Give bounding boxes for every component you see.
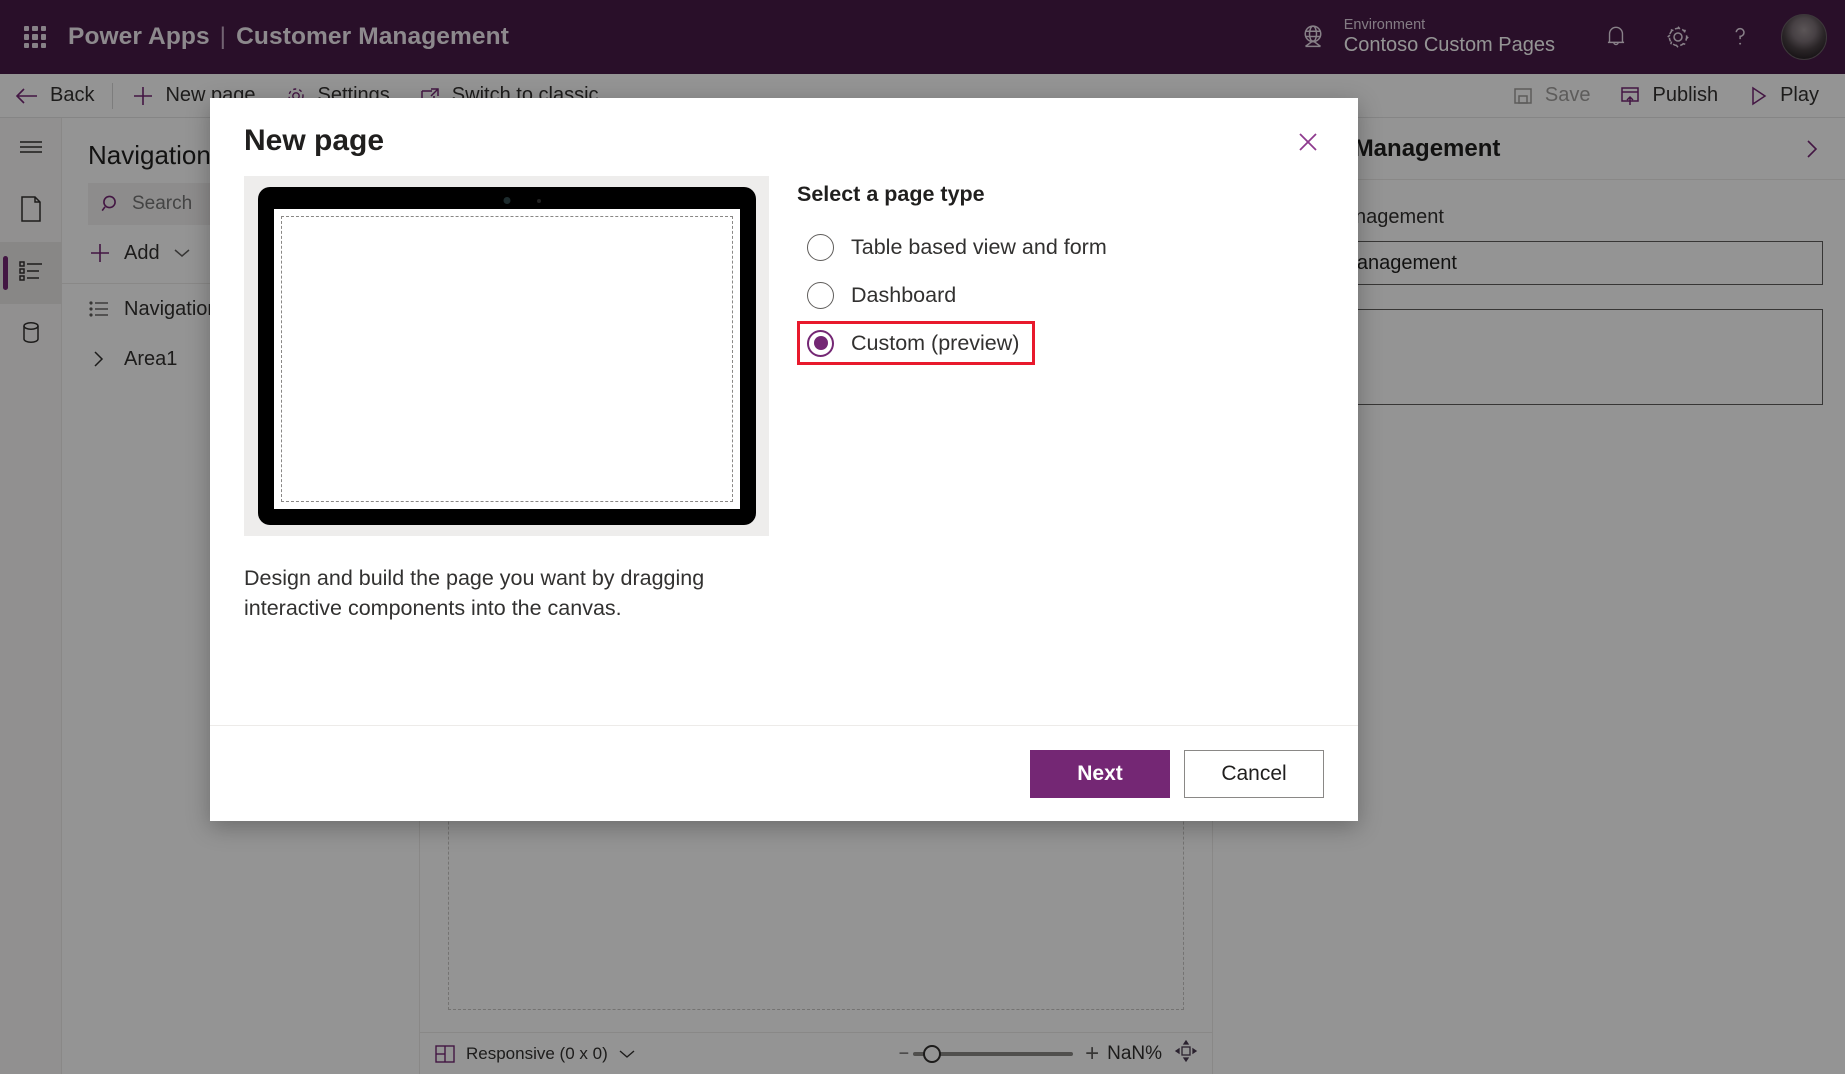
tablet-device-mockup: [244, 176, 769, 536]
radio-label: Custom (preview): [851, 330, 1020, 355]
device-screen: [273, 209, 740, 509]
radio-dashboard[interactable]: Dashboard: [797, 273, 972, 317]
app-root: Power Apps | Customer Management Environme…: [0, 0, 1845, 1074]
page-type-label: Select a page type: [797, 182, 985, 206]
radio-custom-preview[interactable]: Custom (preview): [797, 321, 1036, 365]
cancel-button[interactable]: Cancel: [1184, 749, 1324, 798]
dialog-description: Design and build the page you want by dr…: [244, 566, 705, 620]
radio-indicator: [807, 281, 834, 309]
radio-indicator: [807, 329, 834, 357]
dialog-preview-column: Design and build the page you want by dr…: [244, 176, 769, 725]
device-screen-dashed-area: [280, 216, 733, 502]
dialog-title: New page: [244, 124, 385, 157]
sensor-dot-icon: [536, 199, 541, 203]
dialog-body: Design and build the page you want by dr…: [210, 176, 1358, 725]
radio-label: Table based view and form: [851, 234, 1107, 259]
camera-dot-icon: [503, 197, 510, 204]
new-page-dialog: New page Design and build the page you w…: [210, 98, 1358, 821]
dialog-header: New page: [210, 98, 1358, 176]
radio-table-based-view-and-form[interactable]: Table based view and form: [797, 225, 1123, 269]
dialog-footer: Next Cancel: [210, 725, 1358, 821]
close-icon: [1295, 129, 1321, 160]
close-button[interactable]: [1288, 124, 1328, 164]
page-type-selector: Select a page type Table based view and …: [769, 176, 1123, 725]
device-bezel: [257, 187, 756, 525]
next-button[interactable]: Next: [1030, 749, 1170, 798]
radio-indicator: [807, 233, 834, 261]
radio-label: Dashboard: [851, 282, 957, 307]
